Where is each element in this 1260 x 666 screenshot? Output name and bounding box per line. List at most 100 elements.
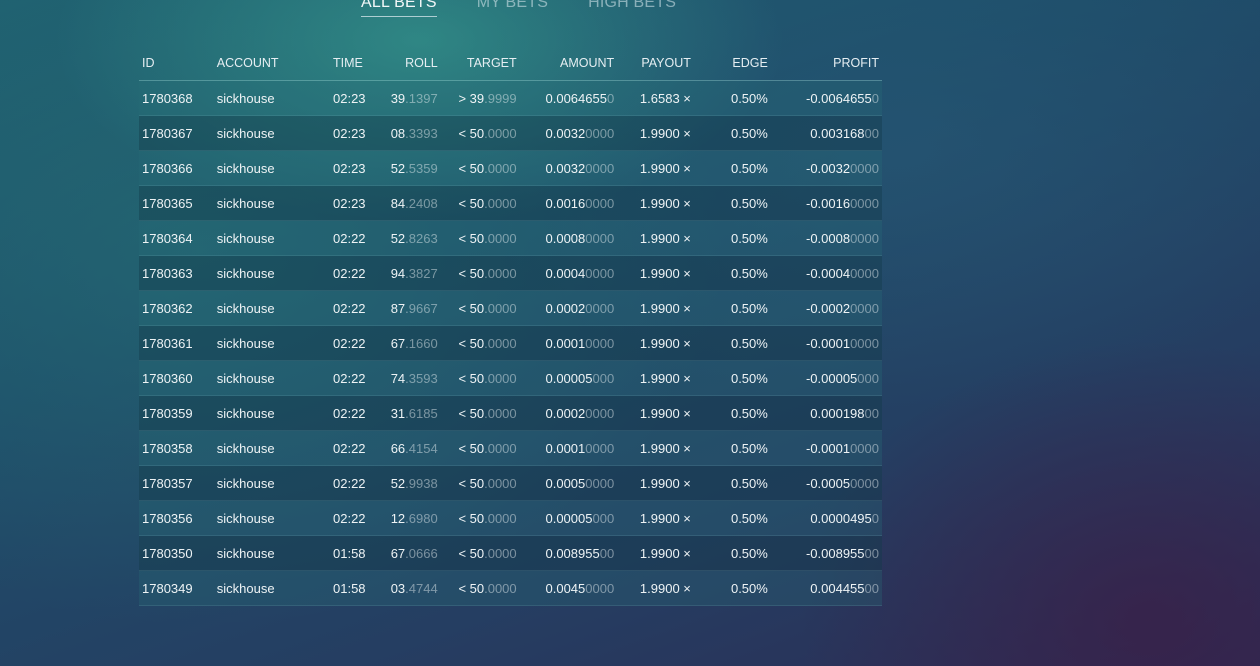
table-row[interactable]: 1780360 sickhouse 02:22 74.3593 < 50.0000 0.0…: [139, 360, 882, 396]
amount-significant: 0.008955: [545, 545, 600, 561]
target-value: < 50.0000: [437, 115, 517, 151]
account-link[interactable]: sickhouse: [216, 80, 333, 116]
edge-value: 0.50%: [690, 360, 768, 396]
bet-id-link[interactable]: 1780357: [139, 465, 217, 501]
table-row[interactable]: 1780358 sickhouse 02:22 66.4154 < 50.0000 0.0…: [139, 430, 882, 466]
bet-id-link[interactable]: 1780356: [139, 500, 217, 536]
target-value: < 50.0000: [437, 255, 517, 291]
roll-decimals: .4154: [405, 440, 438, 456]
target-decimals: .0000: [484, 580, 517, 596]
bet-id-link[interactable]: 1780359: [139, 395, 217, 431]
payout-value: 1.9900 ×: [614, 115, 691, 151]
bets-table: ID ACCOUNT TIME ROLL TARGET AMOUNT PAYOU…: [139, 45, 882, 606]
target-value: > 39.9999: [437, 80, 517, 116]
table-row[interactable]: 1780359 sickhouse 02:22 31.6185 < 50.0000 0.0…: [139, 395, 882, 431]
roll-integer: 67: [390, 545, 406, 561]
bet-id-link[interactable]: 1780349: [139, 570, 217, 606]
target-integer: < 50: [458, 545, 485, 561]
payout-value: 1.9900 ×: [614, 500, 691, 536]
table-row[interactable]: 1780356 sickhouse 02:22 12.6980 < 50.0000 0.0…: [139, 500, 882, 536]
payout-value: 1.9900 ×: [614, 535, 691, 571]
table-row[interactable]: 1780363 sickhouse 02:22 94.3827 < 50.0000 0.0…: [139, 255, 882, 291]
tab-my-bets[interactable]: MY BETS: [477, 0, 548, 17]
bets-table-body: 1780368 sickhouse 02:23 39.1397 > 39.9999 0.0…: [139, 80, 882, 606]
table-row[interactable]: 1780364 sickhouse 02:22 52.8263 < 50.0000 0.0…: [139, 220, 882, 256]
table-row[interactable]: 1780362 sickhouse 02:22 87.9667 < 50.0000 0.0…: [139, 290, 882, 326]
bet-id-link[interactable]: 1780350: [139, 535, 217, 571]
amount-padding: 0000: [585, 160, 615, 176]
table-row[interactable]: 1780357 sickhouse 02:22 52.9938 < 50.0000 0.0…: [139, 465, 882, 501]
bet-time: 02:23: [333, 115, 383, 151]
edge-value: 0.50%: [690, 290, 768, 326]
roll-integer: 08: [390, 125, 406, 141]
account-link[interactable]: sickhouse: [216, 115, 333, 151]
bet-time: 02:22: [333, 360, 383, 396]
payout-value: 1.9900 ×: [614, 255, 691, 291]
table-row[interactable]: 1780368 sickhouse 02:23 39.1397 > 39.9999 0.0…: [139, 80, 882, 116]
profit-value: -0.00005000: [767, 360, 882, 396]
profit-value: -0.00646550: [767, 80, 882, 116]
roll-value: 94.3827: [382, 255, 438, 291]
account-link[interactable]: sickhouse: [216, 360, 333, 396]
roll-integer: 84: [390, 195, 406, 211]
amount-padding: 0000: [585, 475, 615, 491]
bet-id-link[interactable]: 1780363: [139, 255, 217, 291]
profit-significant: -0.0002: [805, 300, 851, 316]
profit-value: 0.00019800: [767, 395, 882, 431]
tab-high-bets[interactable]: HIGH BETS: [588, 0, 676, 17]
roll-integer: 67: [390, 335, 406, 351]
target-value: < 50.0000: [437, 500, 517, 536]
profit-significant: 0.004455: [810, 580, 865, 596]
bet-id-link[interactable]: 1780358: [139, 430, 217, 466]
table-row[interactable]: 1780361 sickhouse 02:22 67.1660 < 50.0000 0.0…: [139, 325, 882, 361]
table-row[interactable]: 1780349 sickhouse 01:58 03.4744 < 50.0000 0.0…: [139, 570, 882, 606]
table-row[interactable]: 1780350 sickhouse 01:58 67.0666 < 50.0000 0.0…: [139, 535, 882, 571]
roll-integer: 31: [390, 405, 406, 421]
bet-id-link[interactable]: 1780366: [139, 150, 217, 186]
amount-value: 0.00320000: [516, 150, 615, 186]
account-link[interactable]: sickhouse: [216, 430, 333, 466]
target-integer: < 50: [458, 370, 485, 386]
profit-significant: -0.0001: [805, 440, 851, 456]
payout-value: 1.9900 ×: [614, 290, 691, 326]
account-link[interactable]: sickhouse: [216, 290, 333, 326]
account-link[interactable]: sickhouse: [216, 220, 333, 256]
amount-padding: 0000: [585, 265, 615, 281]
bet-id-link[interactable]: 1780361: [139, 325, 217, 361]
amount-padding: 0000: [585, 195, 615, 211]
account-link[interactable]: sickhouse: [216, 465, 333, 501]
roll-decimals: .9667: [405, 300, 438, 316]
account-link[interactable]: sickhouse: [216, 185, 333, 221]
target-integer: < 50: [458, 335, 485, 351]
roll-integer: 74: [390, 370, 406, 386]
account-link[interactable]: sickhouse: [216, 150, 333, 186]
tab-all-bets[interactable]: ALL BETS: [361, 0, 437, 17]
bet-time: 02:22: [333, 465, 383, 501]
account-link[interactable]: sickhouse: [216, 570, 333, 606]
account-link[interactable]: sickhouse: [216, 395, 333, 431]
target-decimals: .0000: [484, 125, 517, 141]
roll-integer: 52: [390, 160, 406, 176]
amount-padding: 0000: [585, 405, 615, 421]
profit-significant: -0.00005: [805, 370, 858, 386]
profit-padding: 00: [864, 125, 879, 141]
account-link[interactable]: sickhouse: [216, 500, 333, 536]
edge-value: 0.50%: [690, 325, 768, 361]
amount-value: 0.00010000: [516, 325, 615, 361]
account-link[interactable]: sickhouse: [216, 325, 333, 361]
table-row[interactable]: 1780366 sickhouse 02:23 52.5359 < 50.0000 0.0…: [139, 150, 882, 186]
account-link[interactable]: sickhouse: [216, 535, 333, 571]
bet-time: 02:22: [333, 500, 383, 536]
table-row[interactable]: 1780365 sickhouse 02:23 84.2408 < 50.0000 0.0…: [139, 185, 882, 221]
bet-id-link[interactable]: 1780362: [139, 290, 217, 326]
bet-id-link[interactable]: 1780364: [139, 220, 217, 256]
table-row[interactable]: 1780367 sickhouse 02:23 08.3393 < 50.0000 0.0…: [139, 115, 882, 151]
bet-id-link[interactable]: 1780365: [139, 185, 217, 221]
bet-id-link[interactable]: 1780367: [139, 115, 217, 151]
profit-padding: 000: [857, 370, 879, 386]
bet-id-link[interactable]: 1780368: [139, 80, 217, 116]
account-link[interactable]: sickhouse: [216, 255, 333, 291]
bet-id-link[interactable]: 1780360: [139, 360, 217, 396]
amount-padding: 0000: [585, 300, 615, 316]
column-header-time: TIME: [333, 45, 383, 81]
